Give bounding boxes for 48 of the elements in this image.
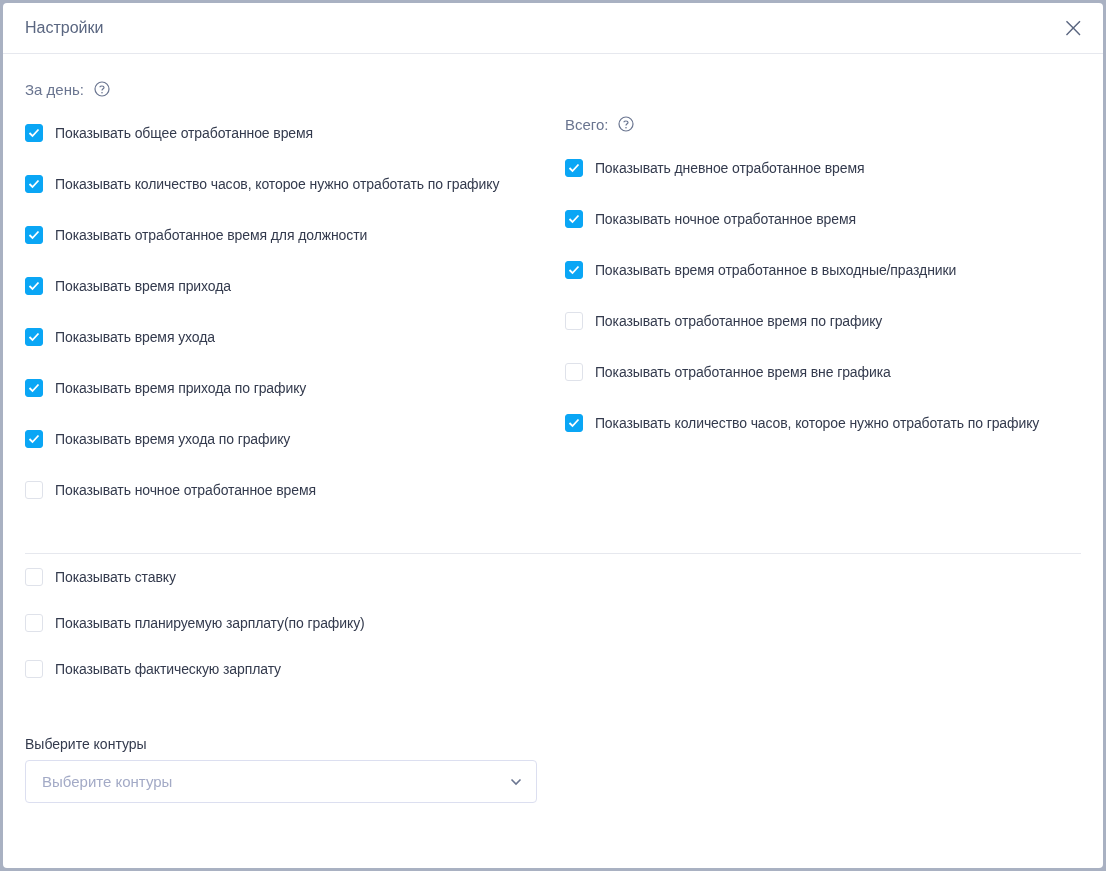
checkbox[interactable]	[564, 158, 583, 177]
dialog-title: Настройки	[25, 19, 104, 37]
checkbox[interactable]	[25, 174, 43, 193]
checkbox-label[interactable]: Показывать отработанное время по графику	[594, 312, 883, 329]
checkbox[interactable]	[25, 429, 43, 448]
checkbox-label[interactable]: Показывать ставку	[55, 569, 176, 585]
checkmark-icon	[567, 417, 580, 428]
checkbox-label[interactable]: Показывать количество часов, которое нужно отработать по графику	[594, 414, 1040, 431]
close-button[interactable]: ×	[1057, 14, 1089, 42]
contours-select[interactable]: Выберите контуры	[25, 760, 537, 803]
checkbox-label[interactable]: Показывать дневное отработанное время	[594, 159, 865, 176]
field-label: Выберите контуры	[25, 736, 148, 752]
checkbox[interactable]	[25, 378, 43, 397]
checkbox[interactable]	[25, 225, 43, 244]
checkbox-label[interactable]: Показывать планируемую зарплату(по графику)	[55, 615, 365, 631]
checkbox-label[interactable]: Показывать время прихода по графику	[55, 379, 307, 396]
chevron-down-icon	[510, 778, 522, 786]
checkbox-label[interactable]: Показывать ночное отработанное время	[55, 481, 316, 498]
checkbox-label[interactable]: Показывать время ухода	[55, 328, 215, 345]
checkmark-icon	[28, 331, 40, 342]
checkbox[interactable]	[564, 413, 583, 432]
checkmark-icon	[567, 162, 580, 173]
checkbox-label[interactable]: Показывать ночное отработанное время	[594, 210, 856, 227]
checkbox-label[interactable]: Показывать время ухода по графику	[55, 430, 291, 447]
checkbox[interactable]	[25, 327, 43, 346]
checkbox-label[interactable]: Показывать отработанное время для должности	[55, 226, 368, 243]
section-heading: За день:	[25, 80, 84, 98]
checkmark-icon	[28, 178, 40, 189]
help-icon[interactable]	[93, 81, 110, 97]
checkbox[interactable]	[564, 260, 583, 279]
checkmark-icon	[28, 127, 40, 138]
section-heading: Всего:	[564, 115, 609, 133]
checkmark-icon	[28, 433, 40, 444]
checkmark-icon	[567, 264, 580, 275]
checkbox-label[interactable]: Показывать количество часов, которое нужно отработать по графику	[55, 175, 500, 192]
checkmark-icon	[28, 280, 40, 291]
checkmark-icon	[28, 229, 40, 240]
help-icon[interactable]	[618, 116, 635, 132]
checkbox-label[interactable]: Показывать отработанное время вне графика	[594, 363, 891, 380]
checkbox[interactable]	[25, 123, 43, 142]
checkmark-icon	[28, 382, 40, 393]
checkbox-label[interactable]: Показывать общее отработанное время	[55, 124, 314, 141]
checkbox[interactable]	[25, 276, 43, 295]
checkmark-icon	[567, 213, 580, 224]
checkbox[interactable]	[564, 209, 583, 228]
checkbox-label[interactable]: Показывать фактическую зарплату	[55, 661, 281, 677]
checkbox-label[interactable]: Показывать время отработанное в выходные/праздники	[594, 261, 957, 278]
checkbox-label[interactable]: Показывать время прихода	[55, 277, 231, 294]
